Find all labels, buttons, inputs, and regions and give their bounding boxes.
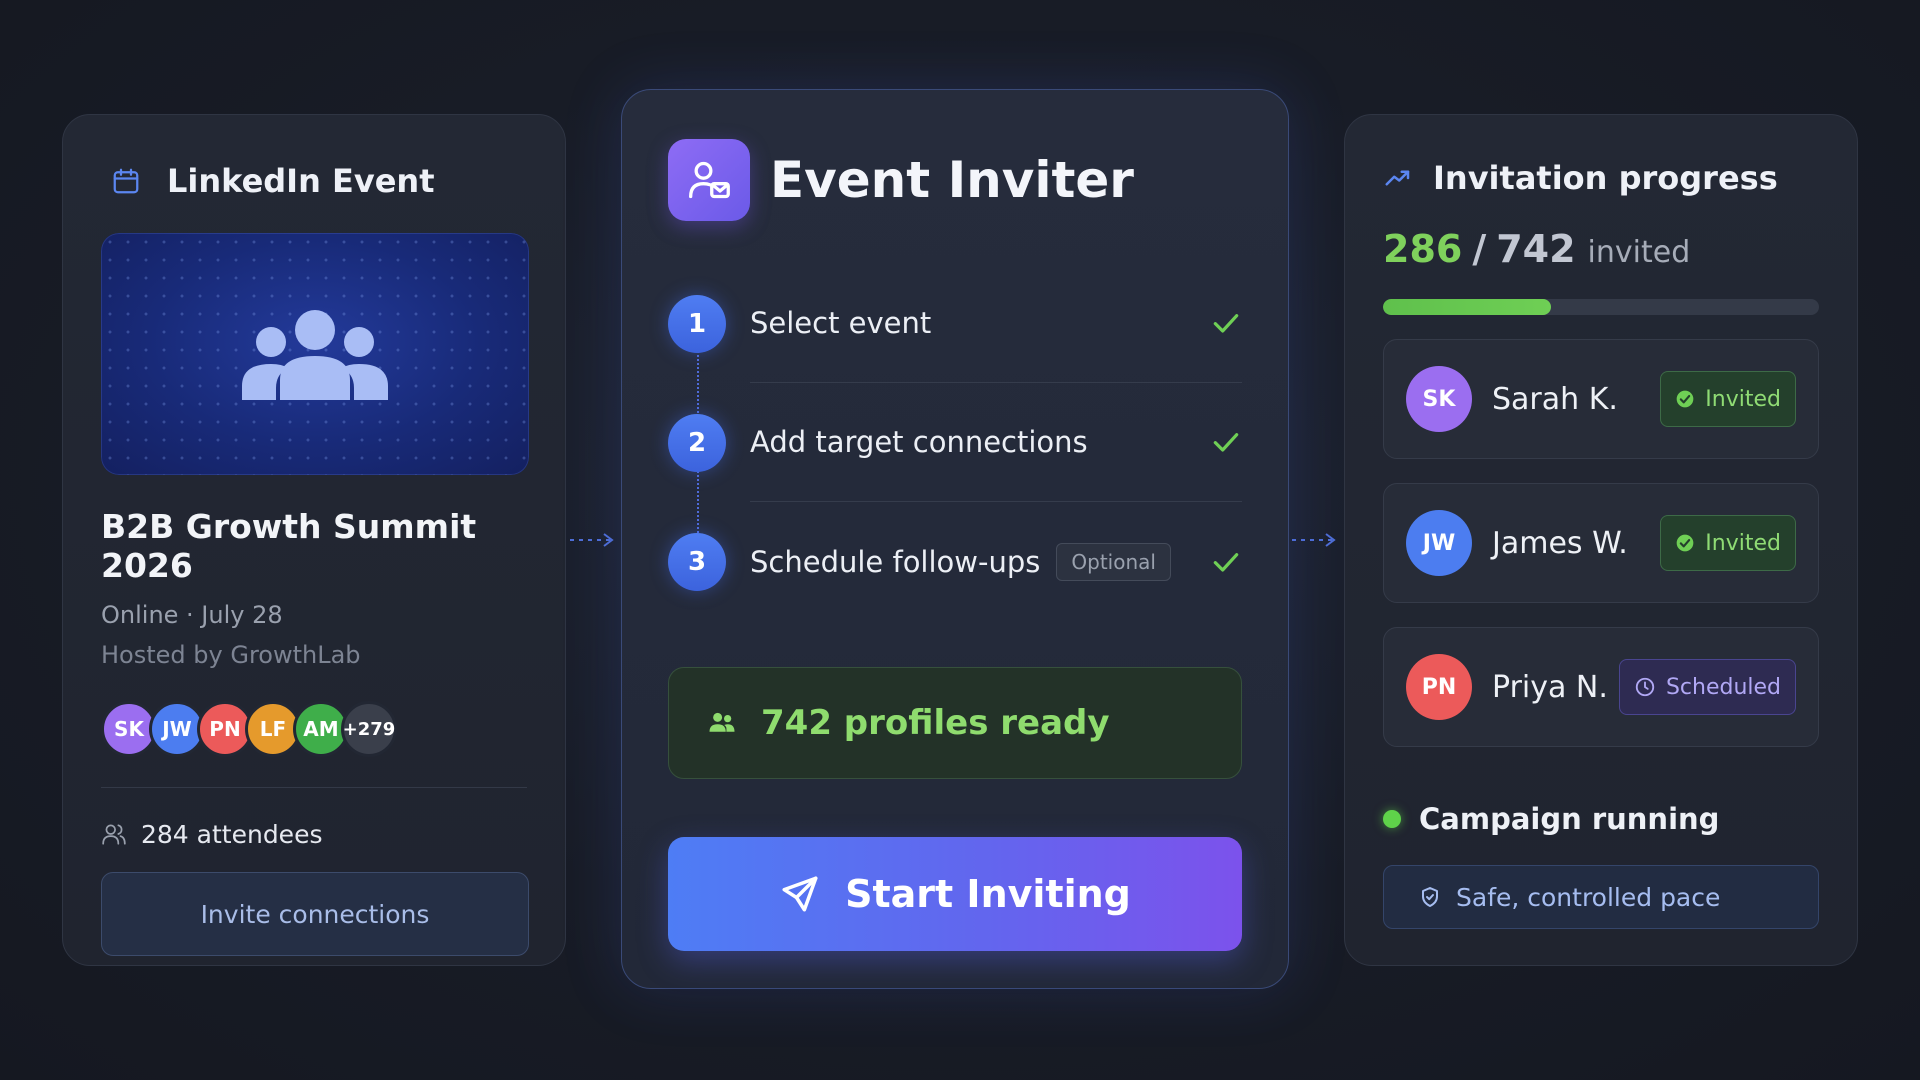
calendar-icon (113, 168, 139, 194)
profiles-ready-banner: 742 profiles ready (668, 667, 1242, 779)
flow-arrow-icon (570, 533, 614, 547)
event-host: Hosted by GrowthLab (101, 641, 361, 669)
send-icon (782, 876, 818, 912)
attendee-count-label: 284 attendees (141, 819, 323, 849)
people-icon (102, 824, 126, 845)
status-badge: Invited (1660, 515, 1796, 571)
contact-row[interactable]: SK Sarah K. Invited (1383, 339, 1819, 459)
status-dot (1383, 810, 1401, 828)
progress-card: Invitation progress 286 / 742 invited SK… (1344, 114, 1858, 966)
count-separator: / (1472, 227, 1487, 271)
campaign-status-label: Campaign running (1419, 802, 1720, 836)
invite-connections-button[interactable]: Invite connections (101, 872, 529, 956)
start-inviting-label: Start Inviting (845, 872, 1131, 916)
people-icon (709, 712, 735, 732)
step-list: 1 Select event 2 Add target connections (668, 264, 1242, 621)
optional-badge: Optional (1056, 542, 1171, 581)
contact-name: James W. (1492, 525, 1628, 561)
step-select-event[interactable]: 1 Select event (668, 264, 1242, 383)
attendee-avatars: SK JW PN LF AM +279 (101, 701, 527, 757)
avatar: SK (1406, 366, 1472, 432)
check-icon (1213, 552, 1239, 572)
event-card-title: LinkedIn Event (167, 162, 435, 200)
inviter-header: Event Inviter (668, 138, 1242, 222)
step-add-connections[interactable]: 2 Add target connections (668, 383, 1242, 502)
contact-name: Sarah K. (1492, 381, 1618, 417)
profiles-ready-label: 742 profiles ready (761, 703, 1110, 743)
total-count: 742 (1496, 227, 1576, 271)
step-label: Add target connections (750, 425, 1088, 459)
step-number: 1 (668, 294, 726, 353)
pace-label: Safe, controlled pace (1456, 882, 1721, 912)
progress-bar (1383, 299, 1819, 315)
attendee-count: 284 attendees (101, 818, 527, 850)
start-inviting-button[interactable]: Start Inviting (668, 837, 1242, 951)
progress-count: 286 / 742 invited (1383, 227, 1819, 277)
step-number: 3 (668, 532, 726, 591)
progress-title: Invitation progress (1433, 159, 1778, 197)
step-number: 2 (668, 413, 726, 472)
check-circle-icon (1676, 390, 1694, 408)
pace-indicator: Safe, controlled pace (1383, 865, 1819, 929)
trending-up-icon (1385, 170, 1410, 186)
status-label: Invited (1705, 386, 1781, 412)
status-label: Scheduled (1665, 674, 1781, 700)
invited-count: 286 (1383, 227, 1463, 271)
status-badge: Scheduled (1618, 659, 1796, 715)
campaign-status: Campaign running (1383, 801, 1819, 837)
invited-word: invited (1587, 235, 1691, 270)
user-mail-icon (668, 139, 750, 221)
check-circle-icon (1676, 534, 1694, 552)
event-date: Online · July 28 (101, 601, 283, 629)
event-title: B2B Growth Summit 2026 (101, 507, 477, 585)
clock-icon (1635, 677, 1655, 697)
event-card-header: LinkedIn Event (101, 159, 527, 203)
step-schedule-followups[interactable]: 3 Schedule follow-ups Optional (668, 502, 1242, 621)
app-title: Event Inviter (770, 151, 1134, 209)
more-attendees-badge: +279 (341, 701, 397, 757)
flow-arrow-icon (1292, 533, 1336, 547)
progress-bar-fill (1383, 299, 1551, 315)
progress-header: Invitation progress (1383, 155, 1819, 201)
avatar: PN (1406, 654, 1472, 720)
status-badge: Invited (1660, 371, 1796, 427)
shield-check-icon (1422, 887, 1438, 907)
check-icon (1213, 433, 1239, 452)
divider (101, 787, 527, 788)
check-icon (1213, 314, 1239, 333)
group-icon (242, 310, 388, 400)
event-card: LinkedIn Event B2B Growth Summit 2026 On… (62, 114, 566, 966)
contact-name: Priya N. (1492, 669, 1608, 705)
contact-row[interactable]: JW James W. Invited (1383, 483, 1819, 603)
event-inviter-card: Event Inviter 1 Select event 2 Add targe… (621, 89, 1289, 989)
avatar: JW (1406, 510, 1472, 576)
status-label: Invited (1705, 530, 1781, 556)
step-label: Schedule follow-ups (750, 544, 1041, 579)
contact-row[interactable]: PN Priya N. Scheduled (1383, 627, 1819, 747)
step-label: Select event (750, 306, 932, 340)
event-banner (101, 233, 529, 475)
